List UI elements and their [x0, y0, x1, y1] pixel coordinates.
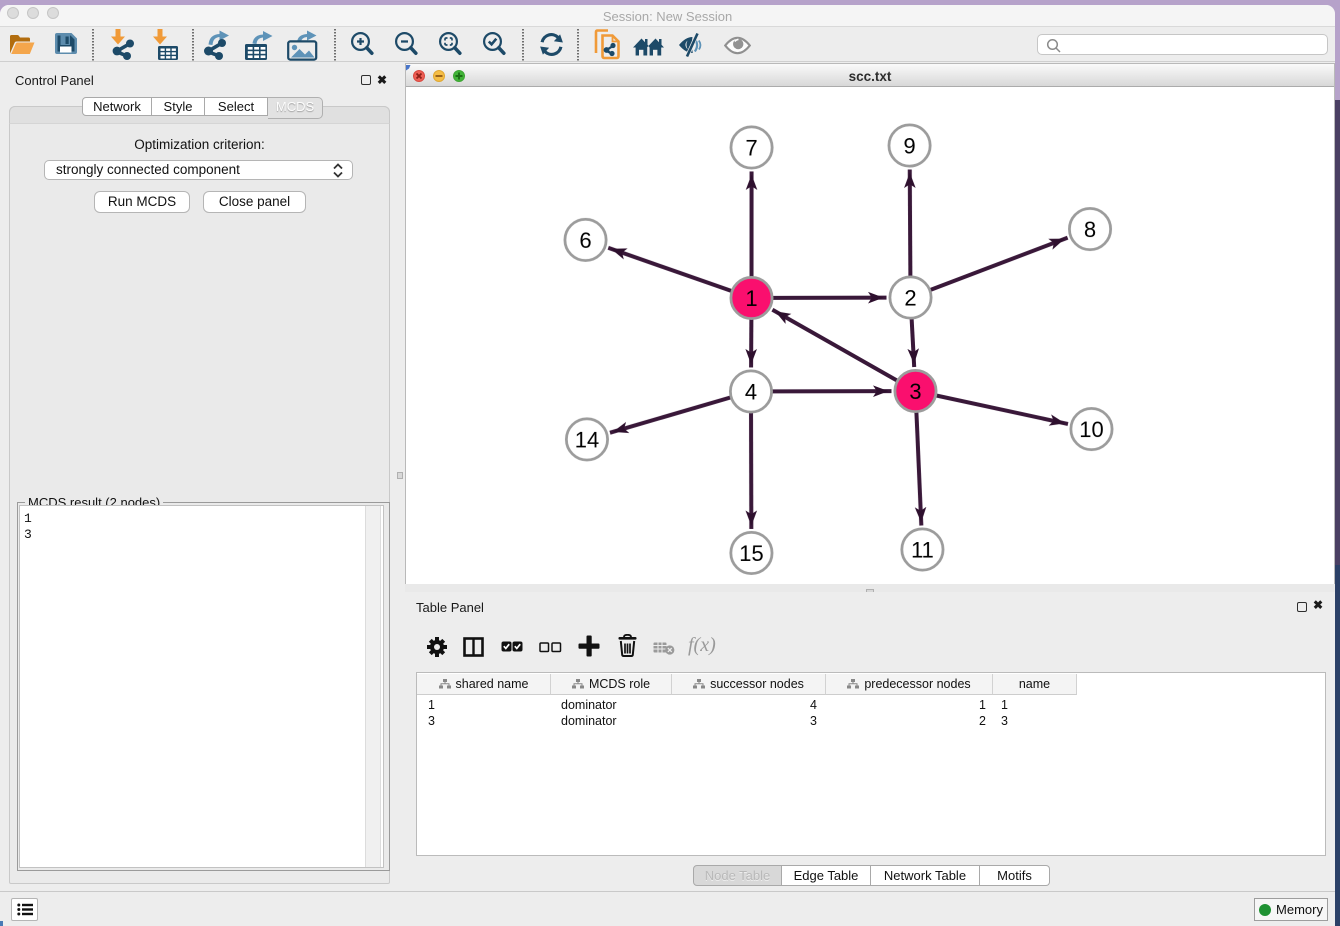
svg-text:10: 10	[1079, 417, 1103, 442]
svg-text:2: 2	[904, 286, 916, 311]
svg-text:4: 4	[745, 380, 757, 405]
svg-text:7: 7	[745, 136, 757, 161]
svg-text:14: 14	[575, 428, 599, 453]
svg-text:3: 3	[909, 379, 921, 404]
svg-text:15: 15	[739, 541, 763, 566]
svg-text:6: 6	[579, 228, 591, 253]
svg-text:9: 9	[903, 134, 915, 159]
svg-text:8: 8	[1084, 217, 1096, 242]
svg-text:1: 1	[745, 286, 757, 311]
svg-text:11: 11	[911, 538, 934, 563]
